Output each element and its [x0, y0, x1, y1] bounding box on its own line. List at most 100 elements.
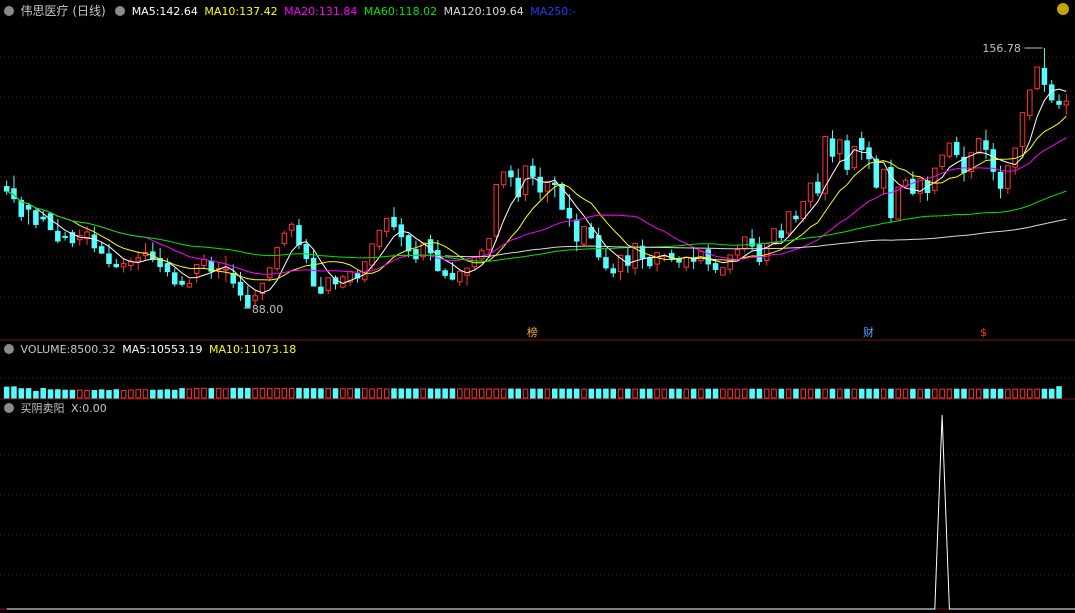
candle-body — [800, 201, 807, 219]
volume-bar — [932, 388, 938, 399]
candle-body — [237, 281, 244, 296]
collapse-icon[interactable] — [4, 6, 14, 16]
volume-bar — [237, 387, 244, 399]
candle-body — [98, 246, 105, 254]
volume-bar — [975, 388, 982, 399]
candle-body — [164, 263, 171, 273]
candle-body — [230, 273, 236, 284]
volume-bar — [530, 388, 536, 399]
candle-body — [493, 183, 500, 237]
candle-body — [544, 181, 551, 192]
volume-bar — [478, 388, 485, 399]
volume-bar — [793, 388, 799, 399]
volume-bar — [837, 388, 843, 399]
candle-body — [369, 243, 375, 266]
candle-body — [456, 270, 463, 283]
candle-body — [303, 244, 310, 260]
volume-bar — [756, 388, 763, 399]
volume-bar — [142, 389, 149, 399]
candle-body — [983, 140, 989, 150]
candle-body — [464, 267, 470, 276]
volume-bar — [318, 388, 324, 399]
candle-body — [522, 165, 529, 196]
candle-body — [837, 139, 843, 155]
candle-body — [296, 225, 302, 246]
volume-bar — [500, 388, 507, 399]
candle-body — [742, 236, 748, 250]
volume-bar — [866, 388, 872, 399]
volume-bar — [11, 386, 17, 399]
volume-bar — [734, 388, 741, 399]
volume-bar — [266, 388, 273, 399]
ma10-line — [6, 115, 1067, 281]
event-marker: 榜 — [527, 325, 538, 339]
volume-bar — [559, 388, 565, 399]
volume-bar — [40, 388, 46, 399]
volume-bar — [456, 388, 463, 399]
volume-bar — [1048, 388, 1055, 399]
candle-body — [274, 247, 280, 270]
volume-bar — [303, 388, 310, 399]
volume-bar — [573, 388, 580, 399]
candle-body — [566, 207, 573, 219]
volume-bar — [990, 388, 997, 399]
candle-body — [939, 154, 945, 168]
volume-bar — [800, 388, 807, 399]
ma120-value: 109.64 — [485, 5, 524, 18]
volume-bar — [961, 388, 967, 399]
volume-collapse-icon[interactable] — [4, 344, 14, 354]
stock-chart[interactable]: 156.78 88.00 榜 财 $ — [0, 0, 1075, 613]
volume-bar — [778, 388, 785, 399]
candle-body — [427, 239, 434, 254]
volume-ma5-value: 10553.19 — [150, 343, 203, 356]
candle-body — [844, 140, 850, 170]
volume-bar — [1019, 388, 1026, 399]
volume-bar — [449, 388, 456, 399]
candle-body — [266, 267, 273, 279]
volume-bar — [647, 388, 653, 399]
volume-bar — [420, 388, 426, 399]
volume-bar — [785, 388, 792, 399]
volume-bar — [668, 388, 675, 399]
volume-bar — [464, 388, 470, 399]
volume-bar — [610, 388, 617, 399]
volume-bar — [924, 388, 931, 399]
volume-bar — [442, 388, 448, 399]
ma5-line — [6, 88, 1067, 294]
ma20-line — [6, 137, 1067, 275]
volume-bar — [113, 389, 120, 399]
candle-body — [223, 268, 229, 271]
volume-bar — [201, 387, 207, 399]
high-price-label: 156.78 — [982, 42, 1021, 55]
volume-bar — [486, 388, 492, 399]
volume-bar — [515, 388, 521, 399]
volume-bar — [851, 388, 858, 399]
candle-body — [413, 249, 419, 260]
candle-body — [932, 167, 938, 191]
candle-body — [734, 249, 741, 256]
settings-icon[interactable] — [115, 6, 126, 16]
volume-bar — [522, 388, 529, 399]
volume-bar — [69, 389, 76, 399]
candle-body — [1005, 165, 1011, 189]
candle-body — [807, 182, 814, 203]
volume-bar — [639, 388, 646, 399]
volume-bar — [340, 388, 346, 399]
candle-body — [537, 176, 543, 193]
volume-bar — [683, 388, 690, 399]
volume-bar — [895, 388, 902, 399]
volume-bar — [917, 388, 923, 399]
volume-bar — [150, 389, 156, 399]
volume-bar — [566, 388, 573, 399]
volume-bar — [1041, 388, 1048, 399]
indicator-collapse-icon[interactable] — [4, 403, 14, 413]
candle-body — [793, 215, 799, 220]
candle-body — [120, 263, 127, 268]
ma60-line — [6, 190, 1067, 262]
volume-bar — [661, 388, 668, 399]
corner-icon[interactable] — [1057, 3, 1069, 15]
volume-bar — [325, 388, 331, 399]
ma20-value: 131.84 — [318, 5, 358, 18]
candle-body — [361, 261, 368, 281]
candle-body — [581, 226, 587, 245]
